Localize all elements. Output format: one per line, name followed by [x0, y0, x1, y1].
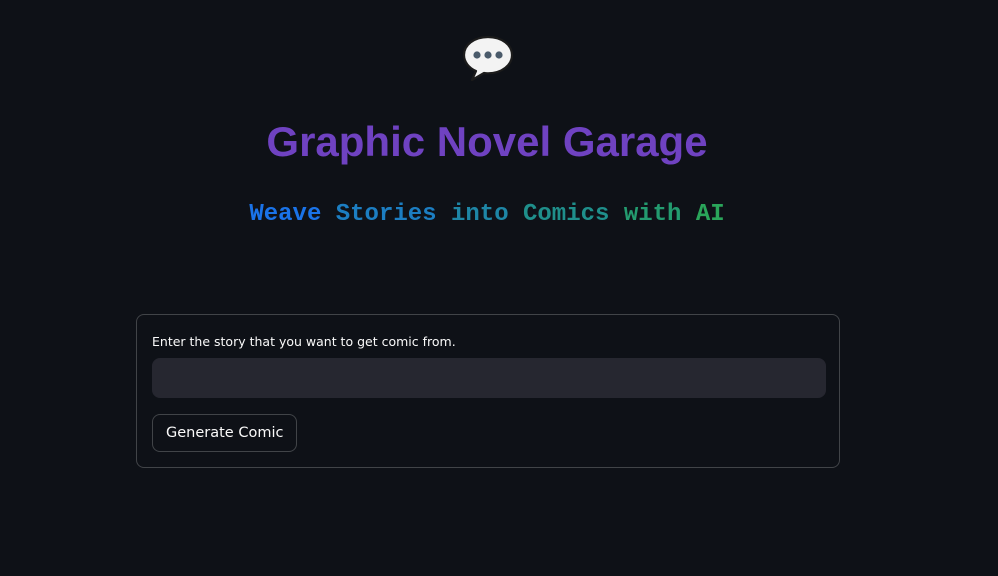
story-input[interactable]	[152, 358, 826, 398]
app-page: Graphic Novel Garage Weave Stories into …	[0, 0, 998, 576]
page-title: Graphic Novel Garage	[266, 118, 708, 165]
subtitle-word: Comics	[523, 201, 610, 228]
subtitle-word: into	[450, 201, 509, 228]
generate-comic-button[interactable]: Generate Comic	[152, 414, 298, 452]
subtitle-word: Stories	[335, 201, 437, 228]
speech-bubble-icon	[462, 35, 514, 82]
subtitle-word: with	[623, 201, 682, 228]
story-form: Enter the story that you want to get com…	[136, 314, 840, 468]
subtitle-word: Weave	[249, 201, 322, 228]
page-subtitle: Weave Stories into Comics with AI	[0, 199, 974, 231]
story-input-label: Enter the story that you want to get com…	[152, 334, 456, 349]
subtitle-word: AI	[695, 201, 725, 228]
